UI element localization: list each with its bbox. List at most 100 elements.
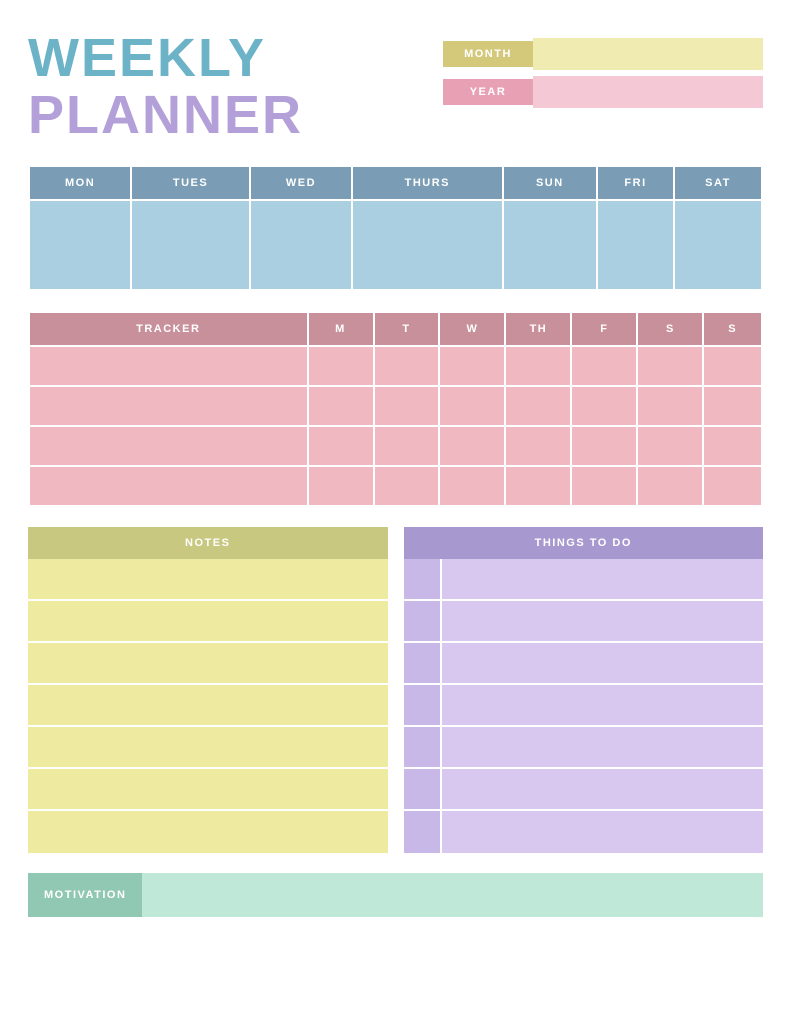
todo-text[interactable] bbox=[442, 769, 764, 809]
tracker-body bbox=[29, 346, 762, 506]
tracker-day-f: F bbox=[571, 312, 637, 346]
month-value[interactable] bbox=[533, 38, 763, 70]
tracker-cell[interactable] bbox=[374, 386, 440, 426]
todo-row bbox=[404, 811, 764, 853]
week-cell-sat[interactable] bbox=[674, 200, 762, 290]
notes-row[interactable] bbox=[28, 643, 388, 685]
notes-row[interactable] bbox=[28, 559, 388, 601]
todo-header: THINGS TO DO bbox=[404, 527, 764, 559]
tracker-cell[interactable] bbox=[308, 466, 374, 506]
tracker-day-w: W bbox=[439, 312, 505, 346]
notes-row[interactable] bbox=[28, 685, 388, 727]
tracker-day-t: T bbox=[374, 312, 440, 346]
todo-row bbox=[404, 601, 764, 643]
tracker-row-label[interactable] bbox=[29, 426, 308, 466]
month-row: MONTH bbox=[443, 38, 763, 70]
tracker-cell[interactable] bbox=[637, 346, 703, 386]
tracker-cell[interactable] bbox=[571, 466, 637, 506]
tracker-cell[interactable] bbox=[703, 466, 762, 506]
tracker-row bbox=[29, 386, 762, 426]
week-day-tues: TUES bbox=[131, 166, 250, 200]
tracker-row bbox=[29, 346, 762, 386]
tracker-cell[interactable] bbox=[703, 346, 762, 386]
tracker-row-label[interactable] bbox=[29, 346, 308, 386]
week-cell-fri[interactable] bbox=[597, 200, 674, 290]
bottom-row: NOTES THINGS TO DO bbox=[28, 527, 763, 853]
tracker-label-header: TRACKER bbox=[29, 312, 308, 346]
tracker-cell[interactable] bbox=[439, 426, 505, 466]
tracker-cell[interactable] bbox=[374, 466, 440, 506]
tracker-header-row: TRACKERMTWTHFSS bbox=[29, 312, 762, 346]
notes-header: NOTES bbox=[28, 527, 388, 559]
month-year-block: MONTH YEAR bbox=[443, 38, 763, 108]
notes-row[interactable] bbox=[28, 811, 388, 853]
week-cell-wed[interactable] bbox=[250, 200, 352, 290]
todo-checkbox[interactable] bbox=[404, 685, 442, 725]
tracker-cell[interactable] bbox=[703, 386, 762, 426]
tracker-cell[interactable] bbox=[439, 386, 505, 426]
month-label: MONTH bbox=[443, 41, 533, 67]
notes-block: NOTES bbox=[28, 527, 388, 853]
tracker-row bbox=[29, 426, 762, 466]
todo-text[interactable] bbox=[442, 685, 764, 725]
notes-row[interactable] bbox=[28, 769, 388, 811]
week-day-thurs: THURS bbox=[352, 166, 503, 200]
todo-text[interactable] bbox=[442, 727, 764, 767]
tracker-cell[interactable] bbox=[637, 386, 703, 426]
notes-row[interactable] bbox=[28, 601, 388, 643]
motivation-content[interactable] bbox=[142, 873, 763, 917]
todo-row bbox=[404, 727, 764, 769]
tracker-cell[interactable] bbox=[505, 346, 571, 386]
todo-block: THINGS TO DO bbox=[404, 527, 764, 853]
weekly-calendar-section: MONTUESWEDTHURSSUNFRISAT bbox=[28, 165, 763, 291]
week-day-sat: SAT bbox=[674, 166, 762, 200]
tracker-day-m: M bbox=[308, 312, 374, 346]
todo-checkbox[interactable] bbox=[404, 727, 442, 767]
tracker-cell[interactable] bbox=[308, 346, 374, 386]
todo-rows bbox=[404, 559, 764, 853]
title-planner: PLANNER bbox=[28, 87, 303, 144]
header: WEEKLY PLANNER MONTH YEAR bbox=[28, 30, 763, 143]
tracker-cell[interactable] bbox=[505, 466, 571, 506]
week-body-row bbox=[29, 200, 762, 290]
todo-checkbox[interactable] bbox=[404, 601, 442, 641]
tracker-cell[interactable] bbox=[571, 346, 637, 386]
todo-text[interactable] bbox=[442, 643, 764, 683]
tracker-cell[interactable] bbox=[439, 466, 505, 506]
tracker-cell[interactable] bbox=[439, 346, 505, 386]
tracker-row-label[interactable] bbox=[29, 386, 308, 426]
tracker-row-label[interactable] bbox=[29, 466, 308, 506]
tracker-cell[interactable] bbox=[571, 426, 637, 466]
week-cell-tues[interactable] bbox=[131, 200, 250, 290]
tracker-cell[interactable] bbox=[374, 346, 440, 386]
todo-text[interactable] bbox=[442, 559, 764, 599]
tracker-cell[interactable] bbox=[571, 386, 637, 426]
motivation-row: MOTIVATION bbox=[28, 873, 763, 917]
week-cell-sun[interactable] bbox=[503, 200, 597, 290]
week-cell-mon[interactable] bbox=[29, 200, 131, 290]
tracker-cell[interactable] bbox=[637, 426, 703, 466]
tracker-day-s: S bbox=[637, 312, 703, 346]
tracker-cell[interactable] bbox=[308, 426, 374, 466]
title-block: WEEKLY PLANNER bbox=[28, 30, 303, 143]
year-value[interactable] bbox=[533, 76, 763, 108]
tracker-cell[interactable] bbox=[637, 466, 703, 506]
todo-checkbox[interactable] bbox=[404, 559, 442, 599]
week-day-wed: WED bbox=[250, 166, 352, 200]
tracker-cell[interactable] bbox=[308, 386, 374, 426]
todo-checkbox[interactable] bbox=[404, 643, 442, 683]
todo-checkbox[interactable] bbox=[404, 811, 442, 853]
todo-row bbox=[404, 643, 764, 685]
todo-text[interactable] bbox=[442, 601, 764, 641]
tracker-day-s: S bbox=[703, 312, 762, 346]
tracker-cell[interactable] bbox=[703, 426, 762, 466]
notes-row[interactable] bbox=[28, 727, 388, 769]
week-cell-thurs[interactable] bbox=[352, 200, 503, 290]
todo-checkbox[interactable] bbox=[404, 769, 442, 809]
week-day-sun: SUN bbox=[503, 166, 597, 200]
tracker-cell[interactable] bbox=[505, 386, 571, 426]
tracker-cell[interactable] bbox=[505, 426, 571, 466]
todo-text[interactable] bbox=[442, 811, 764, 853]
week-day-mon: MON bbox=[29, 166, 131, 200]
tracker-cell[interactable] bbox=[374, 426, 440, 466]
